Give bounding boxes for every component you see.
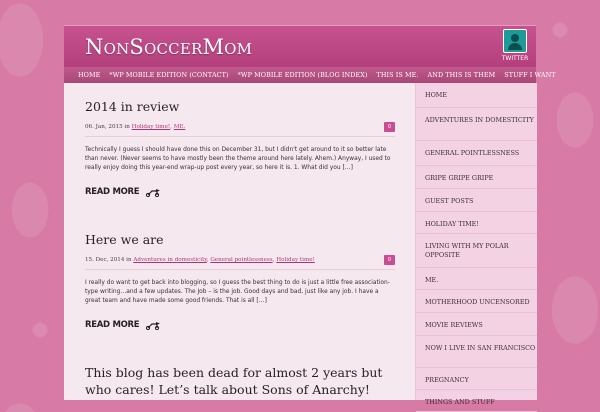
category-link[interactable]: Adventures in domesticity (133, 257, 206, 263)
post-excerpt: Technically I guess I should have done t… (85, 146, 391, 172)
sidebar-item-adventures-in-domesticity[interactable]: ADVENTURES IN DOMESTICITY (416, 108, 537, 141)
twitter-label: TWITTER (501, 55, 529, 62)
category-link[interactable]: ME. (174, 124, 186, 130)
sidebar-item-gripe-gripe-gripe[interactable]: GRIPE GRIPE GRIPE (416, 166, 537, 189)
read-more-label: Read More (85, 187, 140, 198)
nav-item-this-is-me[interactable]: THIS IS ME. (376, 71, 418, 79)
comment-count-badge[interactable]: 0 (384, 121, 395, 132)
sidebar-item-pregnancy[interactable]: PREGNANCY (416, 368, 537, 390)
post-date: 06. Jan, 2015 in (85, 123, 132, 130)
sidebar-item-general-pointlessness[interactable]: GENERAL POINTLESSNESS (416, 141, 537, 166)
twitter-avatar-icon (503, 29, 527, 53)
sidebar-item-me[interactable]: ME. (416, 268, 537, 290)
sidebar-item-home[interactable]: HOME (416, 91, 537, 108)
category-link[interactable]: General pointlessness (210, 257, 272, 263)
nav-item-wp-mobile-contact[interactable]: *WP MOBILE EDITION (CONTACT) (109, 71, 228, 79)
post: This blog has been dead for almost 2 yea… (85, 365, 395, 399)
main-content: 2014 in review 06. Jan, 2015 in Holiday … (64, 83, 415, 400)
scooter-arrow-icon (146, 188, 161, 197)
sidebar-item-things-and-stuff[interactable]: THINGS AND STUFF (416, 390, 537, 412)
category-link[interactable]: Holiday time! (132, 124, 171, 130)
scooter-arrow-icon (146, 321, 161, 330)
comment-count-badge[interactable]: 0 (384, 254, 395, 265)
post: Here we are 15. Dec, 2014 in Adventures … (85, 232, 395, 330)
post-date: 15. Dec, 2014 in (85, 256, 134, 263)
nav-item-home[interactable]: HOME (78, 71, 100, 79)
read-more-button[interactable]: Read More (85, 320, 395, 330)
post-title[interactable]: 2014 in review (85, 99, 395, 116)
sidebar-item-now-i-live-in-san-francisco[interactable]: NOW I LIVE IN SAN FRANCISCO (416, 336, 537, 368)
read-more-label: Read More (85, 320, 140, 331)
twitter-button[interactable]: TWITTER (500, 29, 530, 62)
post-title[interactable]: Here we are (85, 232, 395, 249)
post-excerpt: I really do want to get back into bloggi… (85, 279, 390, 305)
category-sidebar: HOME ADVENTURES IN DOMESTICITY GENERAL P… (415, 83, 537, 412)
site-title[interactable]: NonSoccerMom (85, 35, 252, 59)
sidebar-item-living-with-my-polar-opposite[interactable]: LIVING WITH MY POLAR OPPOSITE (416, 234, 537, 268)
sidebar-item-motherhood-uncensored[interactable]: MOTHERHOOD UNCENSORED (416, 290, 537, 313)
sidebar-item-guest-posts[interactable]: GUEST POSTS (416, 189, 537, 212)
nav-item-stuff-i-want[interactable]: STUFF I WANT (504, 71, 555, 79)
sidebar-item-holiday-time[interactable]: HOLIDAY TIME! (416, 212, 537, 234)
post-title[interactable]: This blog has been dead for almost 2 yea… (85, 365, 395, 399)
nav-item-wp-mobile-blog-index[interactable]: *WP MOBILE EDITION (BLOG INDEX) (238, 71, 368, 79)
site-header: NonSoccerMom TWITTER (64, 25, 536, 67)
main-nav: HOME *WP MOBILE EDITION (CONTACT) *WP MO… (64, 67, 556, 83)
post: 2014 in review 06. Jan, 2015 in Holiday … (85, 99, 395, 197)
read-more-button[interactable]: Read More (85, 187, 395, 197)
page-container: NonSoccerMom TWITTER HOME *WP MOBILE EDI… (64, 25, 556, 412)
nav-item-and-this-is-them[interactable]: AND THIS IS THEM (428, 71, 496, 79)
category-link[interactable]: Holiday time! (276, 257, 315, 263)
post-meta: 06. Jan, 2015 in Holiday time!, ME. 0 (85, 121, 395, 137)
sidebar-item-movie-reviews[interactable]: MOVIE REVIEWS (416, 313, 537, 336)
post-meta: 15. Dec, 2014 in Adventures in domestici… (85, 254, 395, 270)
